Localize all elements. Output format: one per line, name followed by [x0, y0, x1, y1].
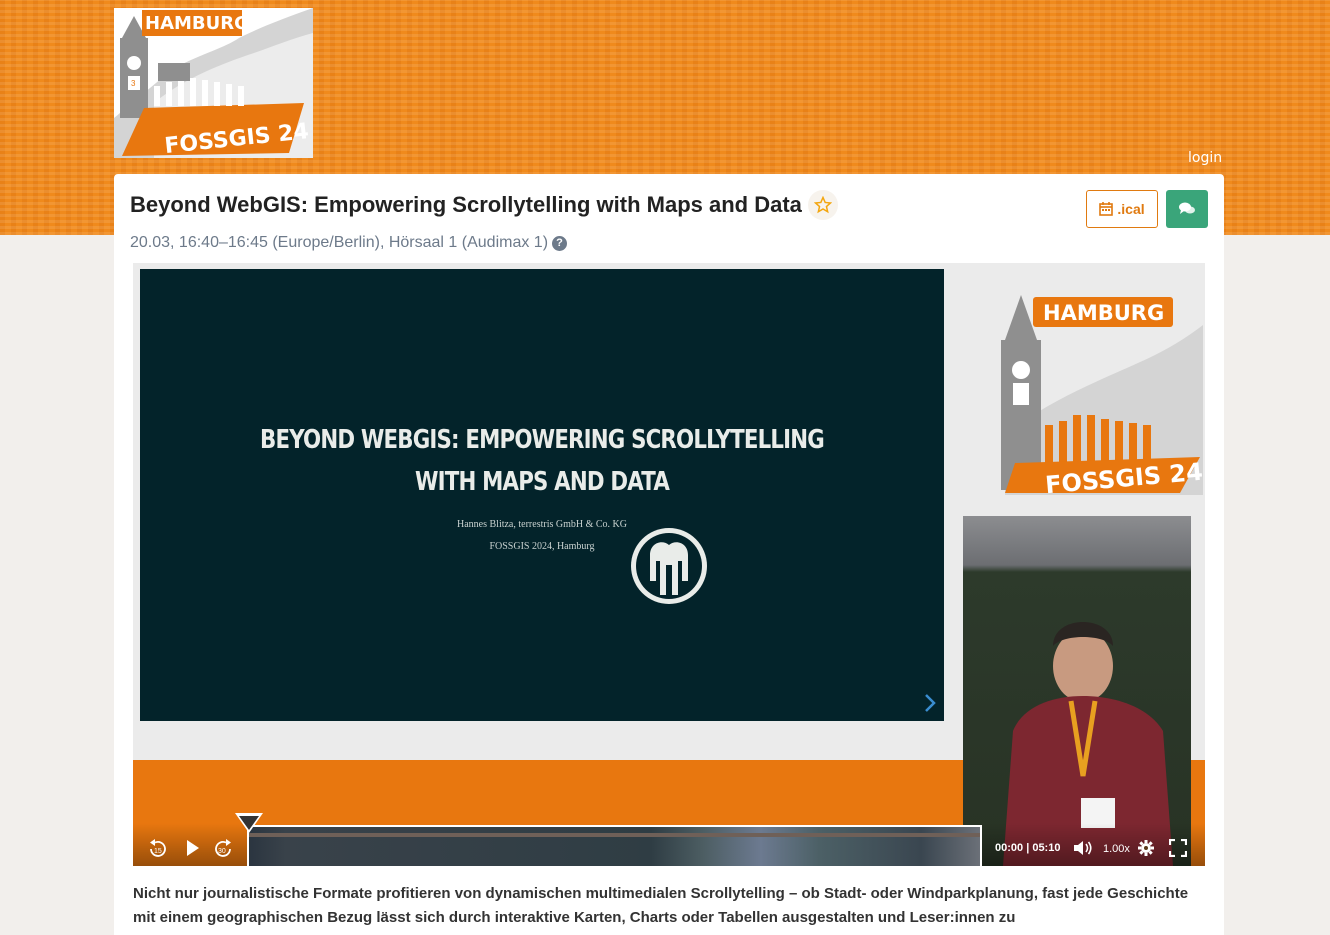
talk-title: Beyond WebGIS: Empowering Scrollytelling…: [130, 192, 802, 217]
star-icon: [813, 196, 832, 214]
svg-text:3: 3: [131, 79, 136, 88]
fossgis-hamburg-logo[interactable]: 3 HAMBURG FOSSGIS 24: [114, 8, 313, 158]
terrestris-logo-icon: [631, 528, 707, 604]
slide-title: BEYOND WEBGIS: EMPOWERING SCROLLYTELLING…: [212, 419, 871, 503]
playback-rate[interactable]: 1.00x: [1103, 843, 1130, 855]
favorite-button[interactable]: [807, 190, 838, 220]
time-readout: 00:00 | 05:10: [995, 842, 1061, 854]
comments-icon: [1179, 202, 1195, 214]
question-circle-icon[interactable]: ?: [552, 235, 568, 251]
playhead-handle[interactable]: [235, 813, 263, 833]
talk-meta: 20.03, 16:40–16:45 (Europe/Berlin), Hörs…: [130, 234, 568, 252]
calendar-icon: [1099, 202, 1114, 216]
timeline-preview-strip: [249, 833, 980, 837]
svg-text:HAMBURG: HAMBURG: [145, 13, 249, 34]
timeline-scrubber[interactable]: [247, 825, 982, 866]
play-icon[interactable]: [185, 839, 201, 857]
slide-title-line1: BEYOND WEBGIS: EMPOWERING SCROLLYTELLING: [260, 425, 825, 455]
speaker-figure: [1003, 622, 1173, 866]
presentation-slide: BEYOND WEBGIS: EMPOWERING SCROLLYTELLING…: [140, 269, 944, 721]
fossgis-side-logo: HAMBURG FOSSGIS 24: [975, 285, 1203, 495]
forward-label: 30: [218, 848, 226, 855]
talk-description: Nicht nur journalistische Formate profit…: [133, 885, 1189, 926]
volume-icon[interactable]: [1073, 840, 1093, 856]
ical-label: .ical: [1117, 201, 1145, 217]
chat-button[interactable]: [1166, 190, 1208, 228]
talk-title-row: Beyond WebGIS: Empowering Scrollytelling…: [130, 190, 838, 220]
gear-icon[interactable]: [1137, 839, 1155, 857]
chevron-right-icon[interactable]: [924, 693, 936, 713]
talk-card: Beyond WebGIS: Empowering Scrollytelling…: [114, 174, 1224, 935]
slide-author: Hannes Blitza, terrestris GmbH & Co. KG: [457, 519, 627, 530]
side-logo-city: HAMBURG: [1043, 301, 1164, 325]
player-controls: 15 30 00:00 | 05:10 1.00x: [133, 813, 1205, 866]
slide-event: FOSSGIS 2024, Hamburg: [489, 541, 595, 552]
login-link[interactable]: login: [1188, 150, 1222, 166]
rewind-15-icon[interactable]: 15: [147, 838, 169, 860]
video-player[interactable]: BEYOND WEBGIS: EMPOWERING SCROLLYTELLING…: [133, 263, 1205, 866]
playhead-line: [247, 831, 249, 866]
fullscreen-icon[interactable]: [1169, 839, 1187, 857]
slide-title-line2: WITH MAPS AND DATA: [414, 467, 670, 497]
speaker-video: [963, 516, 1191, 866]
talk-time-location: 20.03, 16:40–16:45 (Europe/Berlin), Hörs…: [130, 234, 549, 251]
ical-button[interactable]: .ical: [1086, 190, 1158, 228]
forward-30-icon[interactable]: 30: [212, 838, 234, 860]
rewind-label: 15: [154, 848, 162, 855]
